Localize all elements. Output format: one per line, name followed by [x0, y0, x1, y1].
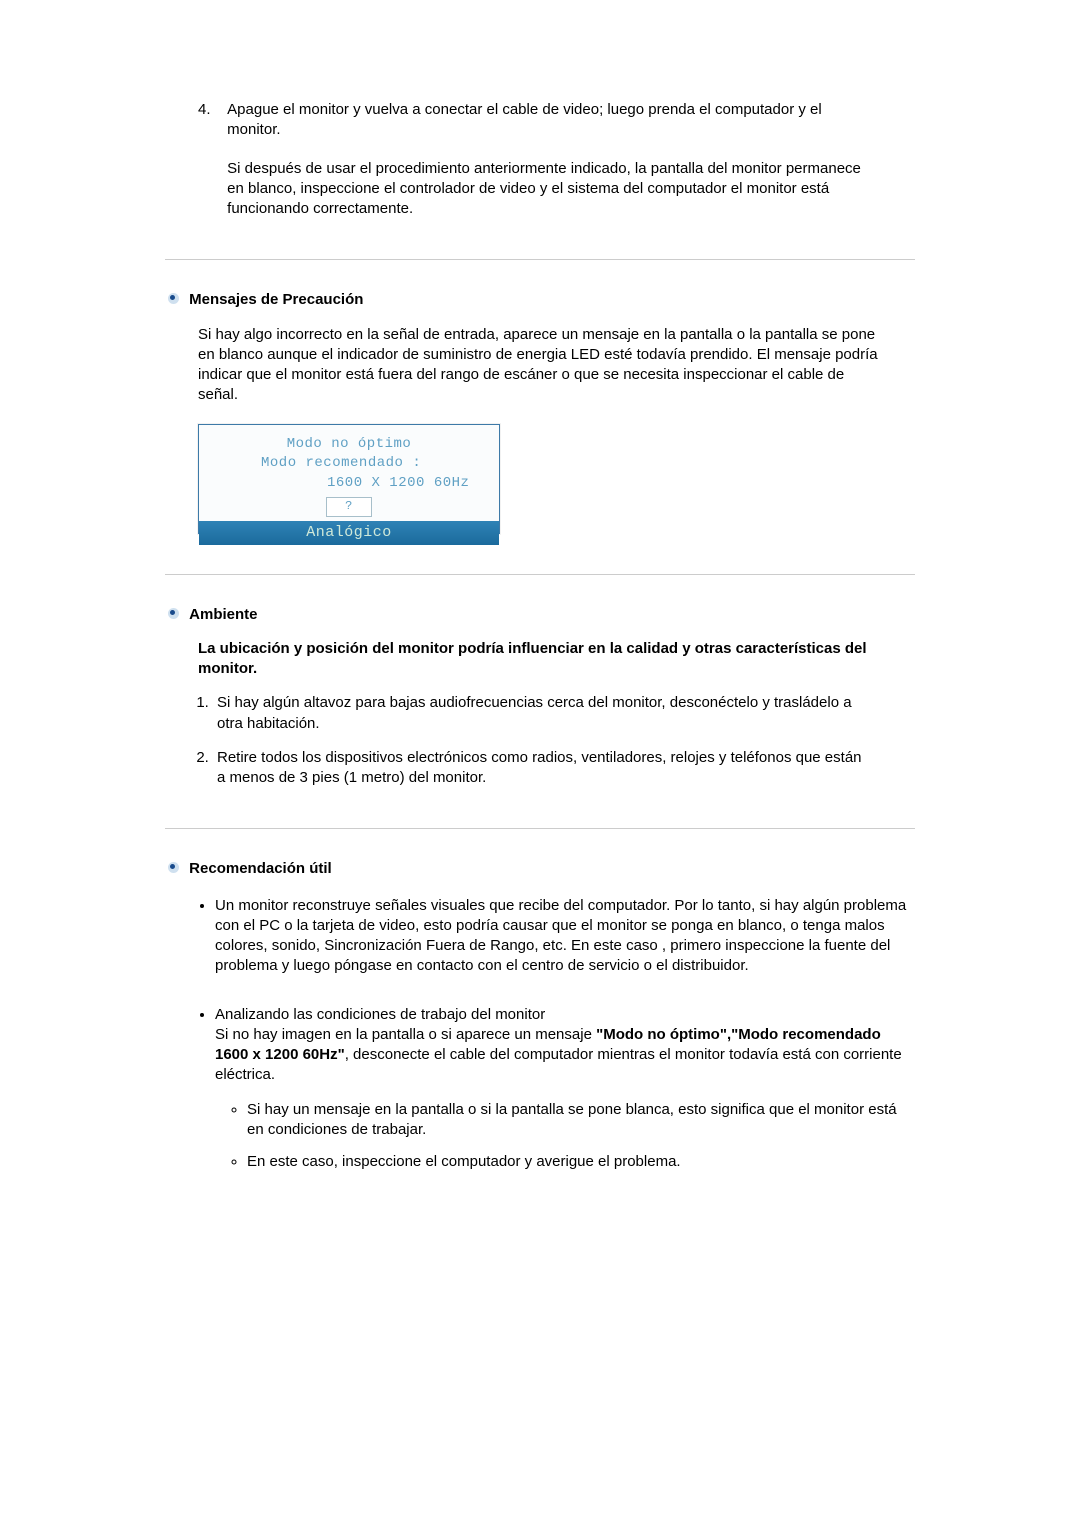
ambiente-title: Ambiente [189, 606, 257, 623]
ambiente-item-2: Retire todos los dispositivos electrónic… [213, 748, 868, 789]
recom-item-1: Un monitor reconstruye señales visuales … [215, 896, 915, 977]
recom-sub-2: En este caso, inspeccione el computador … [247, 1152, 915, 1172]
step-4-line2: Si después de usar el procedimiento ante… [227, 159, 877, 220]
section-precaution-head: Mensajes de Precaución [168, 290, 915, 310]
recom-p2a: Analizando las condiciones de trabajo de… [215, 1006, 545, 1023]
recom-sublist: Si hay un mensaje en la pantalla o si la… [215, 1100, 915, 1173]
step-4-number: 4. [198, 100, 223, 120]
bullet-icon [168, 608, 179, 619]
osd-line2: Modo recomendado : [199, 454, 499, 473]
section-recom-head: Recomendación útil [168, 859, 915, 879]
osd-figure: Modo no óptimo Modo recomendado : 1600 X… [198, 424, 500, 534]
precaution-body: Si hay algo incorrecto en la señal de en… [198, 325, 878, 406]
osd-panel: Modo no óptimo Modo recomendado : 1600 X… [199, 425, 499, 522]
section-ambiente-head: Ambiente [168, 605, 915, 625]
ambiente-list: Si hay algún altavoz para bajas audiofre… [165, 693, 868, 788]
divider [165, 574, 915, 575]
bullet-icon [168, 862, 179, 873]
recom-list: Un monitor reconstruye señales visuales … [165, 896, 915, 1173]
osd-button: ? [326, 497, 372, 517]
step-4-text: Apague el monitor y vuelva a conectar el… [227, 100, 877, 219]
step-4-line1: Apague el monitor y vuelva a conectar el… [227, 101, 822, 138]
bullet-icon [168, 293, 179, 304]
precaution-title: Mensajes de Precaución [189, 291, 363, 308]
recom-sub-1: Si hay un mensaje en la pantalla o si la… [247, 1100, 915, 1141]
ambiente-intro: La ubicación y posición del monitor podr… [198, 639, 878, 680]
divider [165, 259, 915, 260]
recom-title: Recomendación útil [189, 860, 332, 877]
osd-line3: 1600 X 1200 60Hz [199, 474, 499, 493]
osd-line1: Modo no óptimo [199, 435, 499, 454]
recom-p2b-pre: Si no hay imagen en la pantalla o si apa… [215, 1026, 596, 1043]
step-4: 4. Apague el monitor y vuelva a conectar… [198, 100, 915, 219]
recom-item-2: Analizando las condiciones de trabajo de… [215, 1005, 915, 1173]
divider [165, 828, 915, 829]
osd-bar: Analógico [199, 521, 499, 545]
ambiente-item-1: Si hay algún altavoz para bajas audiofre… [213, 693, 868, 734]
